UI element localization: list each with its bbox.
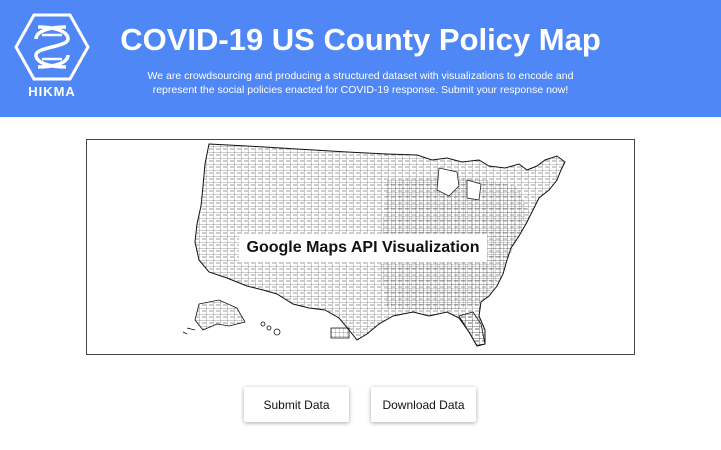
hexagon-dna-icon (14, 13, 90, 81)
download-data-button[interactable]: Download Data (371, 387, 476, 422)
header-banner: HIKMA COVID-19 US County Policy Map We a… (0, 0, 721, 117)
logo-text: HIKMA (28, 84, 76, 99)
page-title: COVID-19 US County Policy Map (120, 22, 601, 57)
hikma-logo[interactable]: HIKMA (14, 11, 90, 103)
map-label: Google Maps API Visualization (239, 234, 487, 262)
map-visualization[interactable]: Google Maps API Visualization (86, 139, 635, 355)
submit-data-button[interactable]: Submit Data (244, 387, 349, 422)
page-subtitle: We are crowdsourcing and producing a str… (147, 70, 574, 96)
